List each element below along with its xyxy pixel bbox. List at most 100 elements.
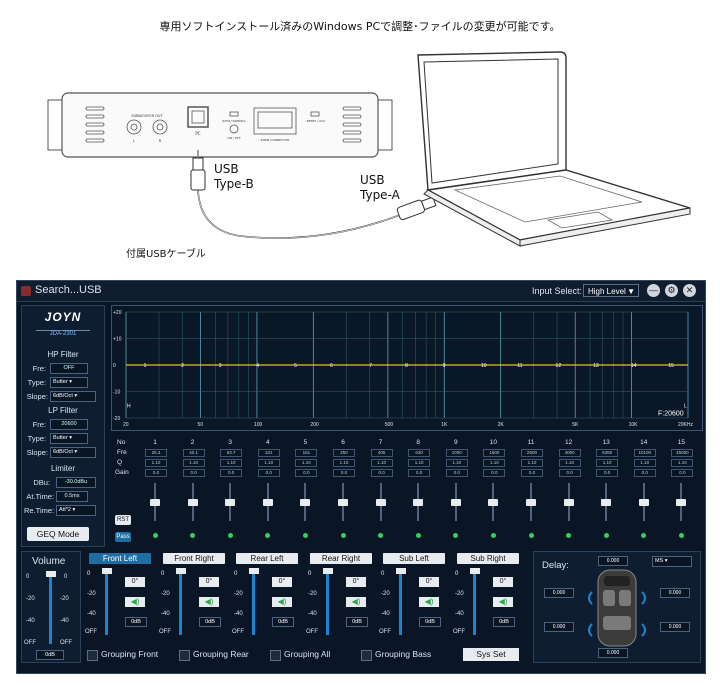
grouping-rear-checkbox[interactable] <box>179 650 190 661</box>
channel-select-button[interactable]: Sub Left <box>383 553 445 564</box>
lp-slope-select[interactable]: 6dB/Oct ▾ <box>50 447 96 458</box>
sys-set-button[interactable]: Sys Set <box>463 648 519 661</box>
band-enable-led[interactable] <box>678 533 684 538</box>
phase-button[interactable]: 0° <box>419 577 439 587</box>
mute-button[interactable]: ◀) <box>419 597 439 607</box>
band-enable-led[interactable] <box>641 533 647 538</box>
minimize-button[interactable]: — <box>647 284 660 297</box>
band-gain-slider-thumb[interactable] <box>262 498 273 506</box>
band-q-field[interactable]: 1.10 <box>671 459 694 467</box>
channel-gain-slider-track[interactable] <box>252 571 255 635</box>
band-frequency-field[interactable]: 161 <box>295 449 318 457</box>
phase-button[interactable]: 0° <box>199 577 219 587</box>
band-frequency-field[interactable]: 250 <box>333 449 355 457</box>
band-enable-led[interactable] <box>340 533 346 538</box>
channel-select-button[interactable]: Rear Left <box>236 553 298 564</box>
band-q-field[interactable]: 1.10 <box>558 459 581 467</box>
channel-gain-slider-thumb[interactable] <box>102 568 112 574</box>
mute-button[interactable]: ◀) <box>493 597 513 607</box>
band-q-field[interactable]: 1.10 <box>596 459 619 467</box>
mute-button[interactable]: ◀) <box>272 597 292 607</box>
delay-field-rear-right[interactable]: 0.000 <box>660 622 690 632</box>
band-enable-led[interactable] <box>302 533 308 538</box>
geq-mode-button[interactable]: GEQ Mode <box>27 527 89 541</box>
channel-gain-slider-track[interactable] <box>105 571 108 635</box>
band-gain-slider-thumb[interactable] <box>676 498 687 506</box>
channel-select-button[interactable]: Rear Right <box>310 553 372 564</box>
close-button[interactable]: ✕ <box>683 284 696 297</box>
channel-select-button[interactable]: Sub Right <box>457 553 519 564</box>
band-gain-slider-thumb[interactable] <box>413 498 424 506</box>
band-frequency-field[interactable]: 630 <box>408 449 431 457</box>
band-enable-led[interactable] <box>528 533 534 538</box>
channel-gain-slider-thumb[interactable] <box>249 568 259 574</box>
mute-button[interactable]: ◀) <box>346 597 366 607</box>
band-gain-slider-thumb[interactable] <box>450 498 461 506</box>
channel-select-button[interactable]: Front Left <box>89 553 151 564</box>
band-gain-field[interactable]: 0.0 <box>220 469 243 477</box>
band-gain-field[interactable]: 0.0 <box>445 469 468 477</box>
settings-button[interactable]: ⚙ <box>665 284 678 297</box>
band-enable-led[interactable] <box>490 533 496 538</box>
band-q-field[interactable]: 1.10 <box>370 459 393 467</box>
band-frequency-field[interactable]: 10100 <box>633 449 656 457</box>
phase-button[interactable]: 0° <box>493 577 513 587</box>
band-gain-slider-thumb[interactable] <box>375 498 386 506</box>
band-frequency-field[interactable]: 6350 <box>596 449 619 457</box>
rst-button[interactable]: RST <box>115 515 131 525</box>
delay-field-front-left[interactable]: 0.000 <box>544 588 574 598</box>
band-gain-slider-thumb[interactable] <box>526 498 536 506</box>
band-q-field[interactable]: 1.10 <box>295 459 318 467</box>
band-gain-field[interactable]: 0.0 <box>370 469 393 477</box>
band-enable-led[interactable] <box>190 533 196 538</box>
grouping-all-checkbox[interactable] <box>270 650 281 661</box>
band-gain-field[interactable]: 0.0 <box>671 469 694 477</box>
band-q-field[interactable]: 1.10 <box>483 459 506 467</box>
band-gain-field[interactable]: 0.0 <box>558 469 581 477</box>
band-enable-led[interactable] <box>566 533 572 538</box>
band-frequency-field[interactable]: 16000 <box>671 449 694 457</box>
band-gain-slider-thumb[interactable] <box>601 498 612 506</box>
band-frequency-field[interactable]: 2500 <box>521 449 543 457</box>
lp-fre-field[interactable]: 20600 <box>50 419 88 430</box>
delay-field-rear-center[interactable]: 0.000 <box>598 648 628 658</box>
band-enable-led[interactable] <box>378 533 384 538</box>
channel-gain-slider-thumb[interactable] <box>470 568 480 574</box>
band-gain-slider-thumb[interactable] <box>225 498 236 506</box>
band-gain-field[interactable]: 0.0 <box>295 469 318 477</box>
pass-button[interactable]: Pass <box>115 532 131 542</box>
mute-button[interactable]: ◀) <box>199 597 219 607</box>
band-frequency-field[interactable]: 1600 <box>483 449 506 457</box>
band-q-field[interactable]: 1.10 <box>257 459 280 467</box>
band-q-field[interactable]: 1.10 <box>633 459 656 467</box>
limiter-dbu-field[interactable]: -30.0dBu <box>56 477 96 488</box>
hp-fre-field[interactable]: OFF <box>50 363 88 374</box>
phase-button[interactable]: 0° <box>125 577 145 587</box>
band-gain-slider-thumb[interactable] <box>300 498 311 506</box>
band-enable-led[interactable] <box>453 533 459 538</box>
phase-button[interactable]: 0° <box>272 577 292 587</box>
channel-gain-slider-thumb[interactable] <box>176 568 186 574</box>
band-gain-field[interactable]: 0.0 <box>633 469 656 477</box>
band-frequency-field[interactable]: 25.3 <box>145 449 167 457</box>
band-gain-field[interactable]: 0.0 <box>145 469 167 477</box>
band-enable-led[interactable] <box>603 533 609 538</box>
band-gain-field[interactable]: 0.0 <box>333 469 355 477</box>
channel-gain-slider-track[interactable] <box>399 571 402 635</box>
band-enable-led[interactable] <box>265 533 271 538</box>
band-q-field[interactable]: 1.10 <box>445 459 468 467</box>
band-gain-slider-thumb[interactable] <box>638 498 649 506</box>
phase-button[interactable]: 0° <box>346 577 366 587</box>
band-q-field[interactable]: 1.10 <box>333 459 355 467</box>
band-gain-slider-thumb[interactable] <box>563 498 574 506</box>
limiter-attack-field[interactable]: 0.5ms <box>56 491 88 502</box>
mute-button[interactable]: ◀) <box>125 597 145 607</box>
band-frequency-field[interactable]: 4000 <box>558 449 581 457</box>
channel-gain-slider-track[interactable] <box>473 571 476 635</box>
band-frequency-field[interactable]: 405 <box>370 449 393 457</box>
channel-gain-slider-thumb[interactable] <box>396 568 406 574</box>
band-q-field[interactable]: 1.10 <box>220 459 243 467</box>
grouping-front-checkbox[interactable] <box>87 650 98 661</box>
channel-gain-slider-thumb[interactable] <box>323 568 333 574</box>
band-gain-field[interactable]: 0.0 <box>182 469 205 477</box>
